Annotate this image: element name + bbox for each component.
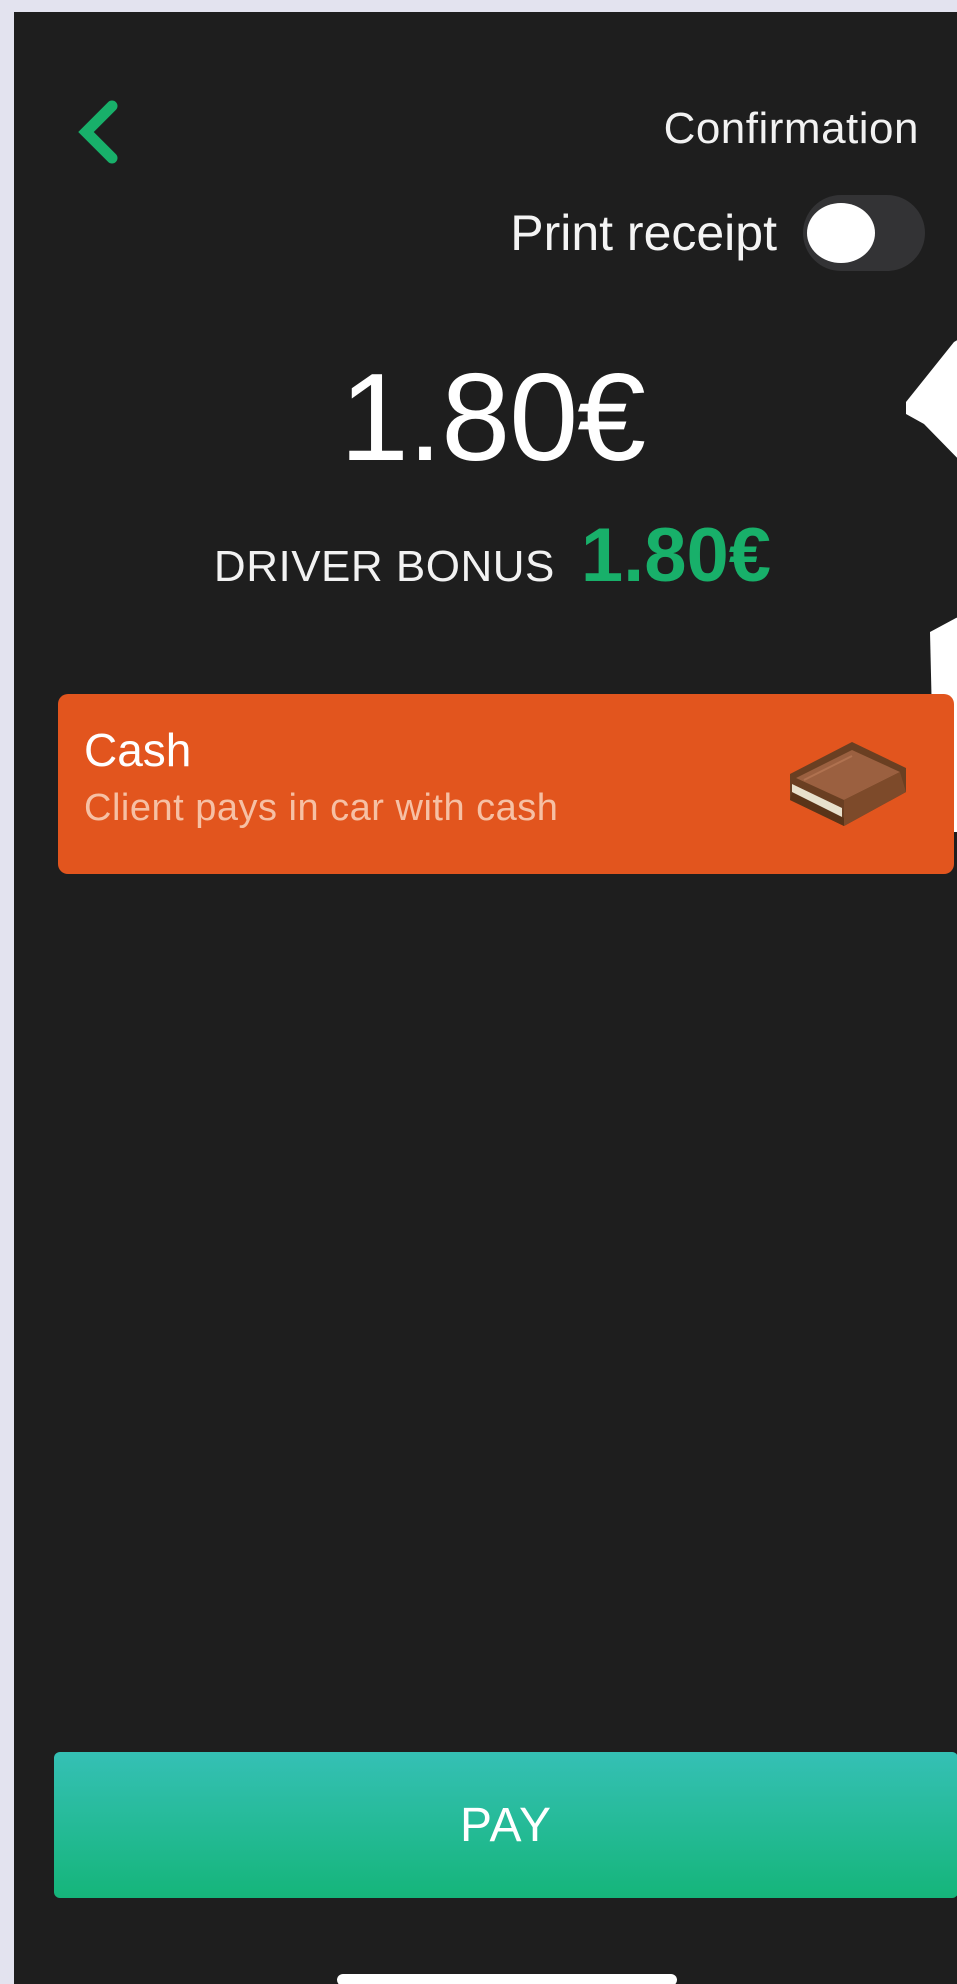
print-receipt-toggle[interactable] <box>803 195 925 271</box>
payment-method-subtitle: Client pays in car with cash <box>84 787 559 829</box>
print-receipt-row: Print receipt <box>510 194 925 272</box>
back-button[interactable] <box>62 90 134 174</box>
payment-method-title: Cash <box>84 724 192 776</box>
pay-button[interactable]: PAY <box>54 1752 957 1898</box>
toggle-knob <box>807 203 875 263</box>
print-receipt-label: Print receipt <box>510 205 777 261</box>
payment-method-cash[interactable]: Cash Client pays in car with cash <box>58 694 954 874</box>
chevron-left-icon <box>78 100 118 164</box>
home-indicator <box>337 1974 677 1984</box>
confirmation-screen: Confirmation Print receipt 1.80€ DRIVER … <box>14 12 957 1984</box>
driver-bonus-row: DRIVER BONUS 1.80€ <box>14 512 957 599</box>
driver-bonus-label: DRIVER BONUS <box>213 542 555 591</box>
wallet-icon <box>790 742 906 826</box>
driver-bonus-value: 1.80€ <box>580 513 772 598</box>
page-title: Confirmation <box>663 104 919 153</box>
total-amount: 1.80€ <box>339 349 646 487</box>
